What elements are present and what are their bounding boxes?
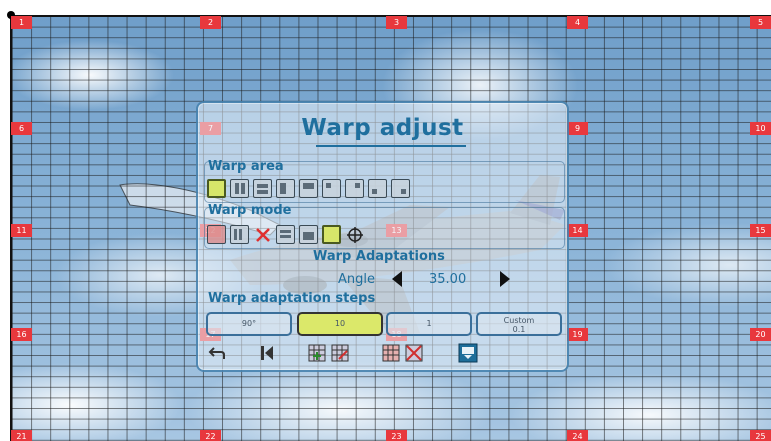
angle-increase-icon[interactable] [498, 270, 516, 288]
dialog-title: Warp adjust [301, 115, 464, 141]
steps-label: Warp adaptation steps [208, 291, 376, 306]
mode-columns-icon[interactable] [230, 225, 249, 244]
grid-marker[interactable]: 11 [11, 224, 32, 237]
warp-area-label: Warp area [208, 159, 284, 174]
screen: 1 2 3 4 5 6 7 9 10 11 12 13 14 15 16 17 … [0, 0, 771, 441]
grid-marker[interactable]: 22 [200, 430, 221, 441]
custom-label: Custom [503, 316, 535, 325]
area-left-right-icon[interactable] [230, 179, 249, 198]
grid-marker[interactable]: 23 [386, 430, 407, 441]
title-underline [316, 145, 466, 147]
area-top-icon[interactable] [299, 179, 318, 198]
grid-clear-icon[interactable] [382, 344, 400, 362]
grid-marker[interactable]: 10 [750, 122, 771, 135]
step-10-button[interactable]: 10 [297, 312, 383, 336]
adaptations-label: Warp Adaptations [313, 249, 445, 264]
grid-marker[interactable]: 21 [11, 430, 32, 441]
area-corner-3-icon[interactable] [368, 179, 387, 198]
mode-rotate-icon[interactable] [322, 225, 341, 244]
reset-icon[interactable] [258, 344, 276, 362]
grid-marker[interactable]: 2 [200, 16, 221, 29]
angle-label: Angle [338, 272, 375, 287]
angle-decrease-icon[interactable] [390, 270, 408, 288]
grid-marker[interactable]: 1 [11, 16, 32, 29]
grid-marker[interactable]: 6 [11, 122, 32, 135]
mode-cross-icon[interactable] [254, 226, 272, 244]
mode-target-icon[interactable] [346, 226, 364, 244]
grid-marker[interactable]: 16 [11, 328, 32, 341]
grid-marker[interactable]: 5 [750, 16, 771, 29]
grid-add-icon[interactable] [308, 344, 326, 362]
angle-value: 35.00 [429, 272, 467, 287]
mode-shift-icon[interactable] [299, 225, 318, 244]
grid-edit-icon[interactable] [331, 344, 349, 362]
step-custom-button[interactable]: Custom 0.1 [476, 312, 562, 336]
step-90-button[interactable]: 90° [206, 312, 292, 336]
area-all-icon[interactable] [207, 179, 226, 198]
grid-marker[interactable]: 4 [567, 16, 588, 29]
step-1-button[interactable]: 1 [386, 312, 472, 336]
grid-marker[interactable]: 25 [750, 430, 771, 441]
area-left-icon[interactable] [276, 179, 295, 198]
warp-mode-label: Warp mode [208, 203, 292, 218]
grid-marker[interactable]: 14 [567, 224, 588, 237]
grid-marker[interactable]: 20 [750, 328, 771, 341]
grid-marker[interactable]: 9 [567, 122, 588, 135]
area-corner-2-icon[interactable] [345, 179, 364, 198]
area-top-bottom-icon[interactable] [253, 179, 272, 198]
area-corner-4-icon[interactable] [391, 179, 410, 198]
area-corner-1-icon[interactable] [322, 179, 341, 198]
grid-marker[interactable]: 15 [750, 224, 771, 237]
grid-marker[interactable]: 24 [567, 430, 588, 441]
undo-icon[interactable] [208, 344, 226, 362]
grid-marker[interactable]: 19 [567, 328, 588, 341]
warp-adjust-dialog: Warp adjust Warp area Warp mode Warp Ada… [196, 101, 569, 372]
grid-marker[interactable]: 3 [386, 16, 407, 29]
custom-value: 0.1 [512, 325, 526, 334]
save-icon[interactable] [458, 343, 478, 363]
mode-rows-icon[interactable] [276, 225, 295, 244]
grid-delete-icon[interactable] [405, 344, 423, 362]
mode-point-icon[interactable] [207, 225, 226, 244]
